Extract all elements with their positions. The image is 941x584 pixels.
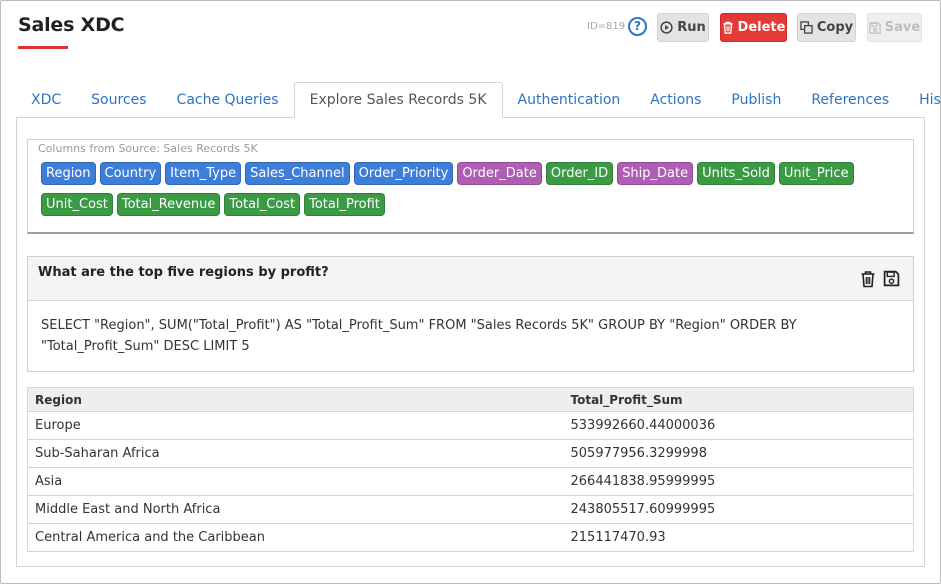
- table-row: Europe 533992660.44000036: [27, 411, 914, 440]
- column-chip-unit-price[interactable]: Unit_Price: [778, 162, 854, 185]
- column-chip-total-profit[interactable]: Total_Profit: [304, 193, 385, 216]
- floppy-disk-icon[interactable]: [883, 270, 901, 288]
- column-chip-ship-date[interactable]: Ship_Date: [617, 162, 694, 185]
- cell-region: Asia: [27, 467, 564, 496]
- floppy-disk-icon: [869, 21, 881, 34]
- tab-cache-queries[interactable]: Cache Queries: [162, 82, 294, 118]
- table-row: Asia 266441838.95999995: [27, 467, 914, 496]
- save-button[interactable]: Save: [867, 13, 922, 42]
- copy-icon: [800, 21, 813, 34]
- cell-total-profit-sum: 533992660.44000036: [563, 411, 914, 440]
- column-chip-item-type[interactable]: Item_Type: [165, 162, 242, 185]
- cell-region: Sub-Saharan Africa: [27, 439, 564, 468]
- cell-region: Central America and the Caribbean: [27, 523, 564, 552]
- results-table: Region Total_Profit_Sum Europe 533992660…: [27, 387, 914, 552]
- tab-sources[interactable]: Sources: [76, 82, 161, 118]
- column-chip-list: Region Country Item_Type Sales_Channel O…: [41, 162, 911, 216]
- tab-authentication[interactable]: Authentication: [503, 82, 636, 118]
- tab-history[interactable]: History: [904, 82, 941, 118]
- column-chip-sales-channel[interactable]: Sales_Channel: [245, 162, 350, 185]
- cell-region: Europe: [27, 411, 564, 440]
- help-icon[interactable]: ?: [628, 17, 647, 36]
- table-header-row: Region Total_Profit_Sum: [27, 387, 914, 412]
- table-row: Sub-Saharan Africa 505977956.3299998: [27, 439, 914, 468]
- column-chip-order-id[interactable]: Order_ID: [545, 162, 614, 185]
- column-chip-total-revenue[interactable]: Total_Revenue: [116, 193, 221, 216]
- save-label: Save: [884, 20, 921, 35]
- trash-icon: [722, 21, 734, 34]
- column-header-total-profit-sum[interactable]: Total_Profit_Sum: [563, 387, 914, 412]
- tab-bar: XDC Sources Cache Queries Explore Sales …: [16, 82, 941, 118]
- copy-button[interactable]: Copy: [797, 13, 856, 42]
- column-header-region[interactable]: Region: [27, 387, 564, 412]
- run-button[interactable]: Run: [657, 13, 709, 42]
- query-panel: What are the top five regions by profit?…: [27, 256, 914, 372]
- table-row: Central America and the Caribbean 215117…: [27, 523, 914, 552]
- query-sql[interactable]: SELECT "Region", SUM("Total_Profit") AS …: [41, 315, 905, 357]
- column-chip-country[interactable]: Country: [99, 162, 162, 185]
- cell-total-profit-sum: 215117470.93: [563, 523, 914, 552]
- play-circle-icon: [660, 21, 673, 34]
- query-header: What are the top five regions by profit?: [28, 257, 913, 301]
- columns-label: Columns from Source: Sales Records 5K: [38, 142, 258, 155]
- tab-xdc[interactable]: XDC: [16, 82, 76, 118]
- tab-references[interactable]: References: [796, 82, 904, 118]
- column-chip-units-sold[interactable]: Units_Sold: [697, 162, 775, 185]
- page-title: Sales XDC: [18, 14, 125, 36]
- record-id: ID=819: [587, 21, 626, 32]
- run-label: Run: [677, 20, 706, 35]
- column-chip-order-priority[interactable]: Order_Priority: [353, 162, 454, 185]
- columns-panel: Columns from Source: Sales Records 5K Re…: [27, 139, 914, 234]
- cell-total-profit-sum: 505977956.3299998: [563, 439, 914, 468]
- delete-button[interactable]: Delete: [720, 13, 787, 42]
- copy-label: Copy: [816, 20, 854, 35]
- cell-region: Middle East and North Africa: [27, 495, 564, 524]
- tab-publish[interactable]: Publish: [716, 82, 796, 118]
- tab-explore-sales-records[interactable]: Explore Sales Records 5K: [293, 82, 503, 118]
- trash-icon[interactable]: [860, 270, 878, 288]
- cell-total-profit-sum: 266441838.95999995: [563, 467, 914, 496]
- cell-total-profit-sum: 243805517.60999995: [563, 495, 914, 524]
- column-chip-order-date[interactable]: Order_Date: [457, 162, 542, 185]
- delete-label: Delete: [737, 20, 786, 35]
- query-title: What are the top five regions by profit?: [38, 265, 329, 280]
- tab-actions[interactable]: Actions: [635, 82, 716, 118]
- table-row: Middle East and North Africa 243805517.6…: [27, 495, 914, 524]
- column-chip-region[interactable]: Region: [41, 162, 96, 185]
- title-underline: [18, 46, 68, 49]
- column-chip-total-cost[interactable]: Total_Cost: [224, 193, 301, 216]
- column-chip-unit-cost[interactable]: Unit_Cost: [41, 193, 113, 216]
